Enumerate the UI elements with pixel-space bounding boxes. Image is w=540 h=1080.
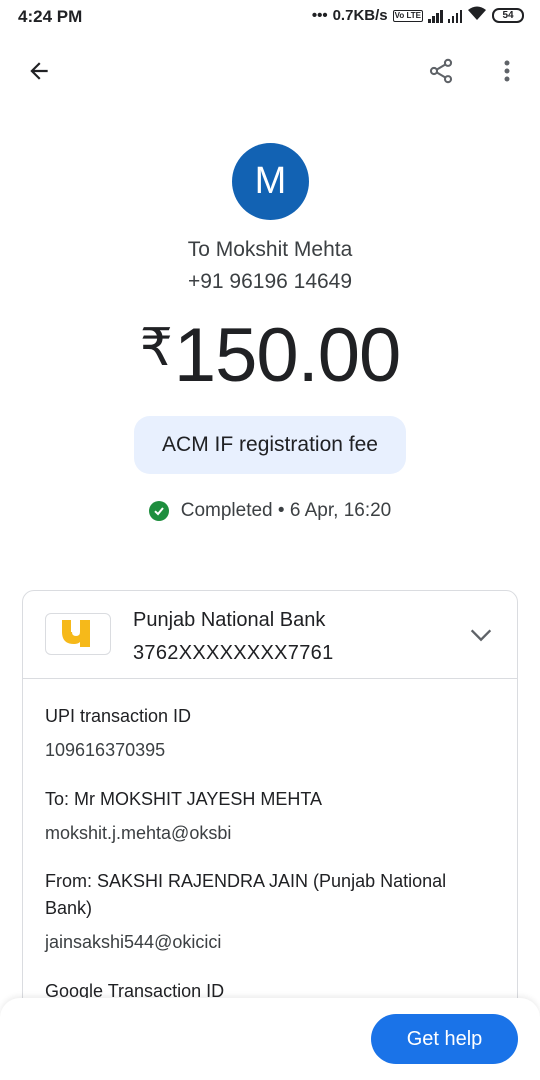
from-label: From: SAKSHI RAJENDRA JAIN (Punjab Natio… bbox=[45, 871, 447, 918]
upi-transaction-id[interactable]: 109616370395 bbox=[45, 737, 495, 764]
status-time: 4:24 PM bbox=[18, 7, 83, 26]
wifi-icon bbox=[467, 6, 487, 25]
signal-1-icon bbox=[428, 9, 443, 23]
upi-transaction-block: UPI transaction ID 109616370395 bbox=[45, 703, 495, 764]
more-vert-icon bbox=[504, 60, 510, 82]
payment-note: ACM IF registration fee bbox=[134, 416, 406, 474]
chevron-down-icon[interactable] bbox=[467, 621, 495, 649]
from-upi-id[interactable]: jainsakshi544@okicici bbox=[45, 929, 495, 956]
share-button[interactable] bbox=[420, 50, 462, 92]
transaction-status: Completed • 6 Apr, 16:20 bbox=[0, 500, 540, 522]
signal-2-icon bbox=[447, 9, 462, 23]
recipient-phone: +91 96196 14649 bbox=[187, 270, 353, 293]
status-bar: 4:24 PM ••• 0.7KB/s Vo LTE 54 bbox=[0, 0, 540, 36]
pnb-logo-icon bbox=[62, 620, 90, 647]
amount: ₹150.00 bbox=[0, 312, 540, 399]
volte-icon: Vo LTE bbox=[392, 9, 423, 22]
avatar: M bbox=[232, 143, 309, 220]
status-text: Completed • 6 Apr, 16:20 bbox=[180, 500, 392, 521]
back-button[interactable] bbox=[18, 50, 60, 92]
bank-logo bbox=[45, 613, 111, 655]
arrow-back-icon bbox=[30, 62, 48, 80]
check-circle-icon bbox=[148, 501, 169, 521]
get-help-button[interactable]: Get help bbox=[371, 1014, 518, 1064]
bank-account-row[interactable]: Punjab National Bank 3762XXXXXXXX7761 bbox=[23, 591, 517, 679]
transaction-details-card: Punjab National Bank 3762XXXXXXXX7761 UP… bbox=[22, 590, 518, 1050]
from-block: From: SAKSHI RAJENDRA JAIN (Punjab Natio… bbox=[45, 868, 495, 956]
upi-transaction-label: UPI transaction ID bbox=[45, 706, 192, 726]
amount-value: 150.00 bbox=[173, 313, 401, 398]
to-label: To: Mr MOKSHIT JAYESH MEHTA bbox=[45, 789, 323, 809]
more-options-button[interactable] bbox=[488, 50, 526, 92]
recipient-name: To Mokshit Mehta bbox=[187, 238, 353, 261]
status-icons: ••• 0.7KB/s Vo LTE 54 bbox=[312, 6, 524, 25]
share-icon bbox=[429, 58, 453, 84]
currency-symbol: ₹ bbox=[139, 319, 173, 377]
to-block: To: Mr MOKSHIT JAYESH MEHTA mokshit.j.me… bbox=[45, 786, 495, 847]
bank-account-number: 3762XXXXXXXX7761 bbox=[133, 642, 334, 664]
to-upi-id[interactable]: mokshit.j.mehta@oksbi bbox=[45, 820, 495, 847]
bank-name: Punjab National Bank bbox=[133, 609, 326, 631]
network-speed: 0.7KB/s bbox=[332, 7, 388, 24]
dots-indicator: ••• bbox=[311, 7, 328, 24]
battery-icon: 54 bbox=[492, 8, 524, 23]
